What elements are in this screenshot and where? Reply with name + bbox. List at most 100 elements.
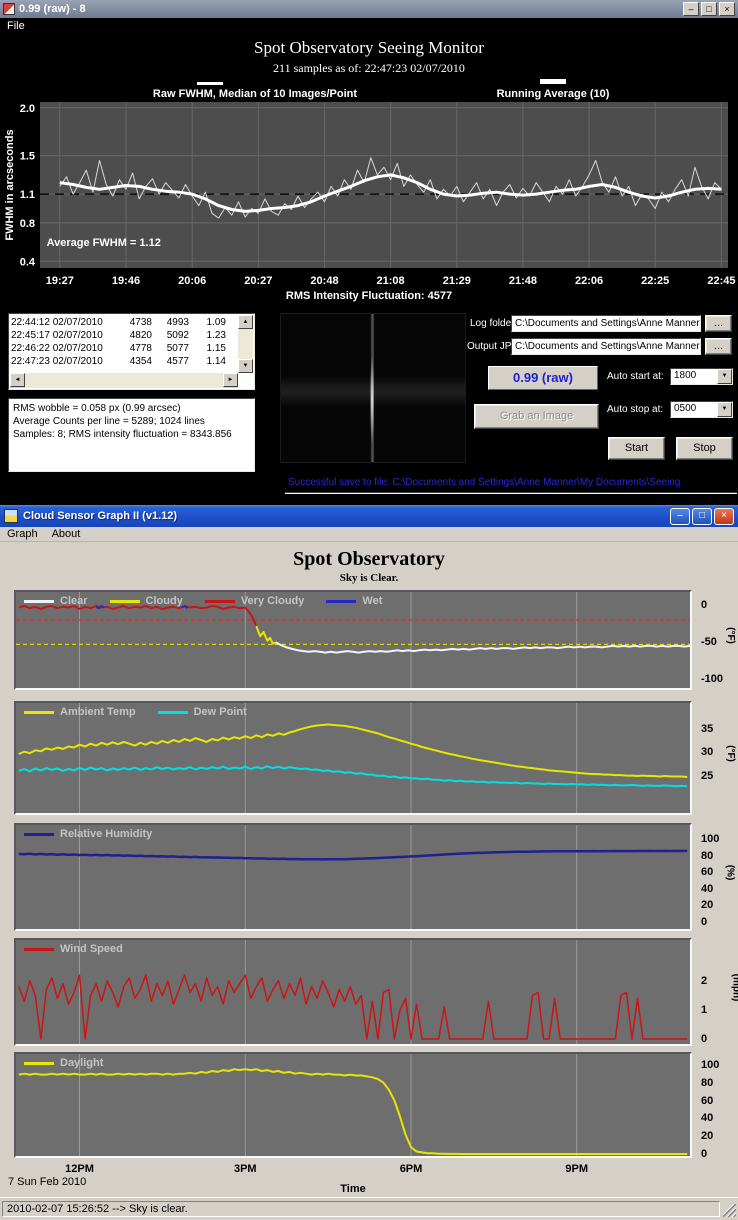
minimize-button[interactable]: – [683, 2, 699, 16]
star-image [280, 313, 466, 463]
seeing-app-icon [3, 3, 15, 15]
legend-label: Ambient Temp [60, 706, 136, 718]
output-jpg-browse-button[interactable]: ... [705, 338, 732, 355]
humidity-chart [16, 825, 690, 929]
status-bar: 2010-02-07 15:26:52 --> Sky is clear. [0, 1197, 738, 1220]
dropdown-arrow-icon[interactable]: ▼ [717, 402, 732, 417]
minimize-button[interactable]: – [670, 508, 690, 525]
y-tick-label: 0 [701, 1148, 707, 1160]
dropdown-arrow-icon[interactable]: ▼ [717, 369, 732, 384]
svg-text:22:25: 22:25 [641, 275, 669, 287]
x-tick-label: 12PM [60, 1163, 100, 1175]
cloud-title-bar[interactable]: Cloud Sensor Graph II (v1.12) – □ × [0, 505, 738, 527]
legend-label: Very Cloudy [241, 595, 305, 607]
log-row[interactable]: 22:46:22 02/07/2010477850771.15 [11, 342, 237, 355]
seeing-title-bar[interactable]: 0.99 (raw) - 8 – □ × [0, 0, 738, 18]
y-tick-label: 0 [701, 916, 707, 928]
legend-item: Wind Speed [24, 943, 123, 955]
auto-start-combobox[interactable]: 1800 ▼ [670, 368, 733, 385]
svg-text:19:46: 19:46 [112, 275, 140, 287]
log-cell: 22:46:22 02/07/2010 [11, 342, 115, 355]
y-tick-label: 100 [701, 1059, 719, 1071]
legend-raw-swatch [197, 82, 223, 85]
rms-fluctuation-text: RMS Intensity Fluctuation: 4577 [0, 290, 738, 302]
y-tick-label: 0 [701, 1033, 707, 1045]
svg-text:20:27: 20:27 [244, 275, 272, 287]
scroll-up-icon[interactable]: ▲ [238, 315, 253, 329]
scrollbar-track[interactable] [238, 329, 253, 359]
listbox-horizontal-scrollbar[interactable]: ◄ ► [10, 373, 238, 388]
log-row[interactable]: 22:44:12 02/07/2010473849931.09 [11, 316, 237, 329]
x-tick-label: 9PM [557, 1163, 597, 1175]
scroll-left-icon[interactable]: ◄ [10, 373, 25, 387]
auto-start-value: 1800 [674, 370, 696, 381]
legend-swatch-icon [24, 948, 54, 951]
y-tick-label: 1 [701, 1004, 707, 1016]
status-text: 2010-02-07 15:26:52 --> Sky is clear. [2, 1201, 720, 1217]
stats-textbox[interactable]: RMS wobble = 0.058 px (0.99 arcsec)Avera… [8, 398, 255, 472]
legend-item: Daylight [24, 1057, 103, 1069]
scroll-down-icon[interactable]: ▼ [238, 359, 253, 373]
log-folder-input[interactable]: C:\Documents and Settings\Anne Manner [511, 315, 701, 332]
y-axis-unit-label: (mph) [730, 974, 738, 1002]
y-tick-label: -50 [701, 636, 717, 648]
close-button[interactable]: × [714, 508, 734, 525]
cloud-sensor-window: Cloud Sensor Graph II (v1.12) – □ × Grap… [0, 505, 738, 1220]
listbox-vertical-scrollbar[interactable]: ▲ ▼ [238, 315, 253, 373]
svg-text:21:29: 21:29 [443, 275, 471, 287]
legend-swatch-icon [205, 600, 235, 603]
legend-item: Cloudy [110, 595, 183, 607]
svg-text:20:48: 20:48 [310, 275, 338, 287]
stats-line: Samples: 8; RMS intensity fluctuation = … [13, 428, 250, 441]
grab-image-button[interactable]: Grab an Image [474, 404, 599, 429]
log-row[interactable]: 22:47:23 02/07/2010435445771.14 [11, 355, 237, 368]
wind-chart [16, 940, 690, 1044]
y-axis-unit-label: (%) [724, 865, 735, 881]
legend-label: Wind Speed [60, 943, 123, 955]
panel-legend: ClearCloudyVery CloudyWet [24, 595, 382, 607]
svg-text:19:27: 19:27 [46, 275, 74, 287]
seeing-menu-bar: File [0, 18, 738, 33]
log-cell: 22:44:12 02/07/2010 [11, 316, 115, 329]
start-button[interactable]: Start [608, 437, 665, 460]
stop-button[interactable]: Stop [676, 437, 733, 460]
y-tick-label: 20 [701, 1130, 713, 1142]
y-tick-label: 0 [701, 599, 707, 611]
resize-grip-icon[interactable] [723, 1204, 736, 1217]
y-tick-label: 100 [701, 833, 719, 845]
svg-text:0.4: 0.4 [20, 256, 36, 268]
panel-legend: Relative Humidity [24, 828, 152, 840]
legend-item: Relative Humidity [24, 828, 152, 840]
log-cell: 5077 [152, 342, 189, 355]
auto-stop-value: 0500 [674, 403, 696, 414]
stats-line: Average Counts per line = 5289; 1024 lin… [13, 415, 250, 428]
y-tick-label: 80 [701, 1077, 713, 1089]
maximize-button[interactable]: □ [692, 508, 712, 525]
close-button[interactable]: × [719, 2, 735, 16]
y-tick-label: 60 [701, 1095, 713, 1107]
legend-label: Cloudy [146, 595, 183, 607]
menu-file[interactable]: File [0, 20, 32, 32]
menu-graph[interactable]: Graph [0, 528, 45, 540]
log-listbox[interactable]: 22:44:12 02/07/2010473849931.0922:45:17 … [8, 313, 255, 390]
legend-item: Clear [24, 595, 88, 607]
scrollbar-track[interactable] [25, 373, 223, 388]
svg-text:1.5: 1.5 [20, 151, 35, 163]
output-jpg-input[interactable]: C:\Documents and Settings\Anne Manner [511, 338, 701, 355]
panel-legend: Wind Speed [24, 943, 123, 955]
log-folder-browse-button[interactable]: ... [705, 315, 732, 332]
cloud-app-icon [4, 509, 18, 523]
log-cell: 1.09 [189, 316, 226, 329]
temperature-panel: Ambient TempDew Point [14, 701, 692, 815]
log-cell: 4993 [152, 316, 189, 329]
menu-about[interactable]: About [45, 528, 88, 540]
maximize-button[interactable]: □ [701, 2, 717, 16]
log-row[interactable]: 22:45:17 02/07/2010482050921.23 [11, 329, 237, 342]
legend-item: Very Cloudy [205, 595, 305, 607]
scroll-right-icon[interactable]: ► [223, 373, 238, 387]
daylight-chart [16, 1054, 690, 1156]
log-cell: 1.23 [189, 329, 226, 342]
legend-swatch-icon [110, 600, 140, 603]
auto-stop-combobox[interactable]: 0500 ▼ [670, 401, 733, 418]
log-cell: 4354 [115, 355, 152, 368]
